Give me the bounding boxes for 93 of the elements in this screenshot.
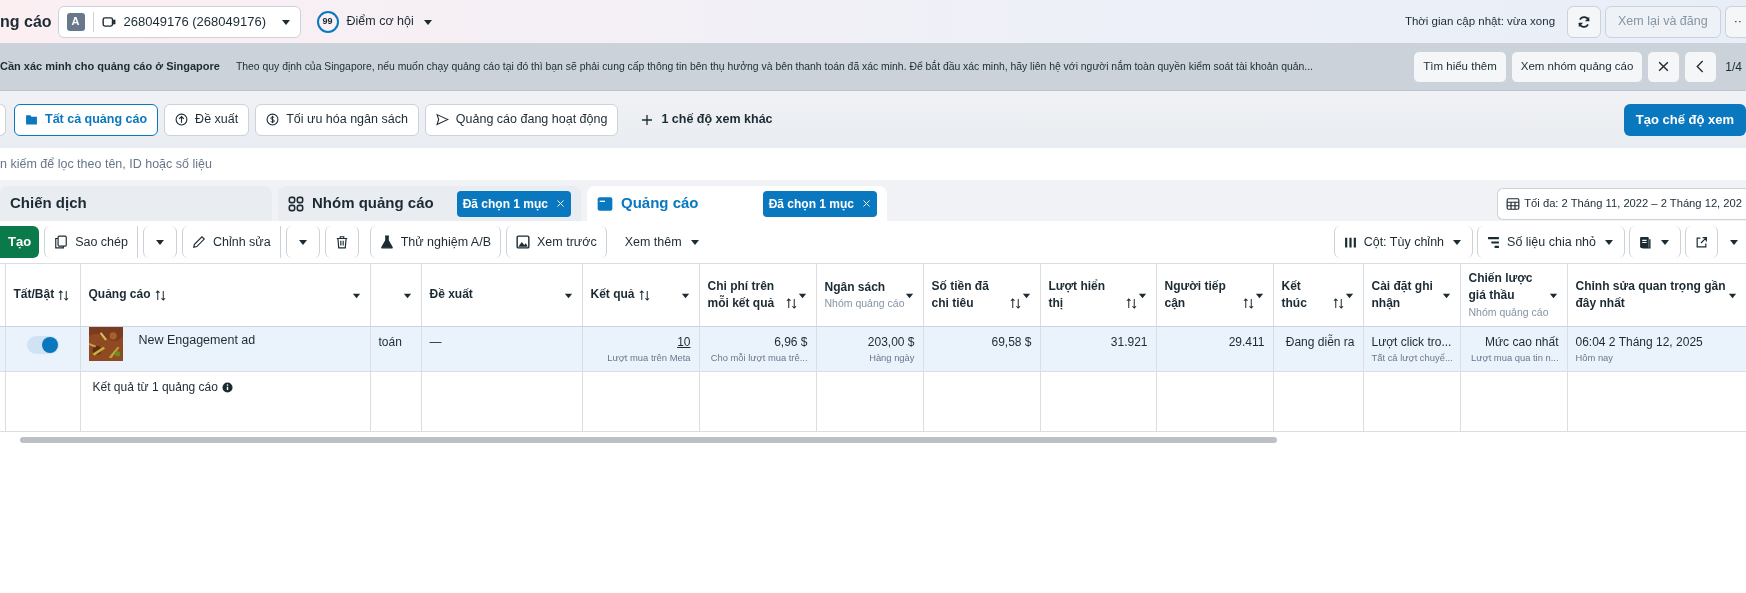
table-cell: Lượt click tro... (1371, 335, 1452, 349)
close-icon (556, 199, 565, 208)
column-subtitle: Nhóm quảng cáo (824, 296, 905, 312)
page-indicator: 1/4 (1725, 58, 1742, 76)
selection-badge[interactable]: Đã chọn 1 mục (456, 190, 571, 217)
toggle-switch[interactable] (26, 336, 59, 354)
create-button[interactable]: Tạo (0, 226, 40, 258)
view-tab[interactable]: Quảng cáo đang hoạt động (424, 103, 619, 136)
sort-icon (1125, 298, 1137, 310)
window-icon (597, 195, 613, 212)
table-cell: toán (378, 335, 402, 349)
date-range-button[interactable]: Tối đa: 2 Tháng 11, 2022 – 2 Tháng 12, 202 (1497, 187, 1746, 220)
summary-text: Kết quả từ 1 quảng cáo (92, 379, 218, 397)
account-selector[interactable]: A 268049176 (268049176) (57, 5, 301, 38)
table-cell: 31.921 (1110, 335, 1148, 349)
banner-button[interactable]: Tìm hiểu thêm (1413, 50, 1507, 83)
table-cell: 203,00 $ (867, 335, 915, 349)
view-tab[interactable]: Đề xuất (164, 103, 250, 136)
toolbar-button[interactable]: Sao chép (44, 226, 138, 258)
table-cell: Mức cao nhất (1485, 335, 1559, 349)
sort-icon (1332, 298, 1344, 310)
folder-icon (25, 113, 38, 126)
scrollbar-thumb[interactable] (20, 437, 1277, 444)
sort-icon (1009, 298, 1021, 310)
cell-subtext: Lượt mua qua tin n... (1470, 351, 1559, 365)
ad-account-icon (101, 14, 116, 29)
table-cell: 69,58 $ (991, 335, 1032, 349)
score-badge: 99 (316, 10, 339, 33)
grid-icon (288, 195, 304, 212)
image-icon (516, 235, 530, 249)
page-title: ng cáo (0, 11, 53, 32)
dollar-icon (266, 113, 280, 126)
table-cell: — (429, 335, 442, 349)
table-cell: 29.411 (1228, 335, 1265, 349)
level-tab[interactable]: Chiến dịch (0, 186, 272, 221)
opportunity-score[interactable]: 99 Điểm cơ hội (316, 10, 434, 33)
toolbar-button[interactable]: Xem trước (506, 226, 607, 258)
refresh-button[interactable] (1567, 5, 1602, 38)
close-icon (862, 199, 871, 208)
toolbar-button[interactable]: Chỉnh sửa (181, 226, 281, 258)
cell-subtext: Hôm nay (1575, 351, 1614, 365)
close-button[interactable] (1647, 50, 1681, 83)
external-link-icon (1695, 235, 1708, 249)
trash-icon (334, 235, 349, 249)
info-icon (221, 381, 233, 393)
more-views-link[interactable]: 1 chế độ xem khác (640, 109, 774, 130)
column-header[interactable]: Đề xuất (429, 286, 473, 304)
level-tab[interactable]: Quảng cáo Đã chọn 1 mục (587, 186, 887, 221)
table-cell: 10 (677, 335, 691, 349)
cell-subtext: Hàng ngày (868, 351, 915, 365)
sort-icon (1242, 298, 1254, 310)
table-cell: 06:04 2 Tháng 12, 2025 (1575, 335, 1703, 349)
bars-icon (1487, 235, 1501, 249)
view-tab[interactable]: Tối ưu hóa ngân sách (255, 103, 419, 136)
upload-icon (175, 113, 189, 126)
table-cell: 6,96 $ (774, 335, 808, 349)
sort-icon (638, 289, 650, 301)
send-icon (435, 113, 449, 126)
table-cell: Đang diễn ra (1285, 335, 1355, 349)
update-time: Thời gian cập nhật: vừa xong (1404, 13, 1556, 29)
banner-text: Theo quy định của Singapore, nếu muốn chạy quảng cáo tại đó thì bạn sẽ phải cung cấp thông tin bên thụ hưởng và bên thanh toán đã xác minh. Để bắt đầu xác minh, hãy liên hệ với người nắm toàn quyền kiểm soát tài khoản quản... (235, 59, 1313, 74)
sort-icon (785, 298, 797, 310)
cell-subtext: Lượt mua trên Meta (606, 351, 691, 365)
calendar-icon (1506, 196, 1521, 211)
create-view-button[interactable]: Tạo chế độ xem (1623, 103, 1746, 136)
sort-icon (154, 289, 166, 301)
column-header[interactable]: Tất/Bật (13, 286, 55, 304)
copy-icon (54, 235, 69, 249)
toolbar-button[interactable]: Thử nghiệm A/B (369, 226, 501, 258)
column-header[interactable]: Ngân sách (824, 278, 886, 297)
more-button[interactable]: ·· (1724, 5, 1746, 38)
toolbar-button[interactable]: Số liệu chia nhỏ (1477, 226, 1625, 258)
avatar: A (66, 12, 85, 31)
pencil-icon (191, 235, 206, 249)
banner-button[interactable]: Xem nhóm quảng cáo (1510, 50, 1644, 83)
column-header[interactable]: Kết quả (590, 286, 635, 304)
banner-title: Cần xác minh cho quảng cáo ở Singapore (0, 59, 220, 75)
flask-icon (379, 235, 394, 249)
report-icon (1639, 235, 1652, 249)
cell-subtext: Cho mỗi lượt mua trê... (709, 351, 808, 365)
level-tab[interactable]: Nhóm quảng cáo Đã chọn 1 mục (278, 186, 581, 221)
selection-badge[interactable]: Đã chọn 1 mục (762, 190, 877, 217)
toolbar-button[interactable]: Cột: Tùy chỉnh (1333, 226, 1474, 258)
column-header[interactable]: Chiến lược giá thầu (1468, 270, 1549, 305)
view-tab[interactable]: Tất cả quảng cáo (14, 103, 159, 136)
sort-icon (58, 289, 70, 301)
column-header[interactable]: Quảng cáo (88, 286, 151, 304)
cell-subtext: Tất cả lượt chuyể... (1371, 351, 1452, 365)
columns-icon (1343, 235, 1357, 249)
close-icon (1657, 60, 1671, 73)
plus-icon (641, 113, 654, 126)
column-subtitle: Nhóm quảng cáo (1468, 304, 1549, 320)
refresh-icon (1577, 14, 1592, 29)
